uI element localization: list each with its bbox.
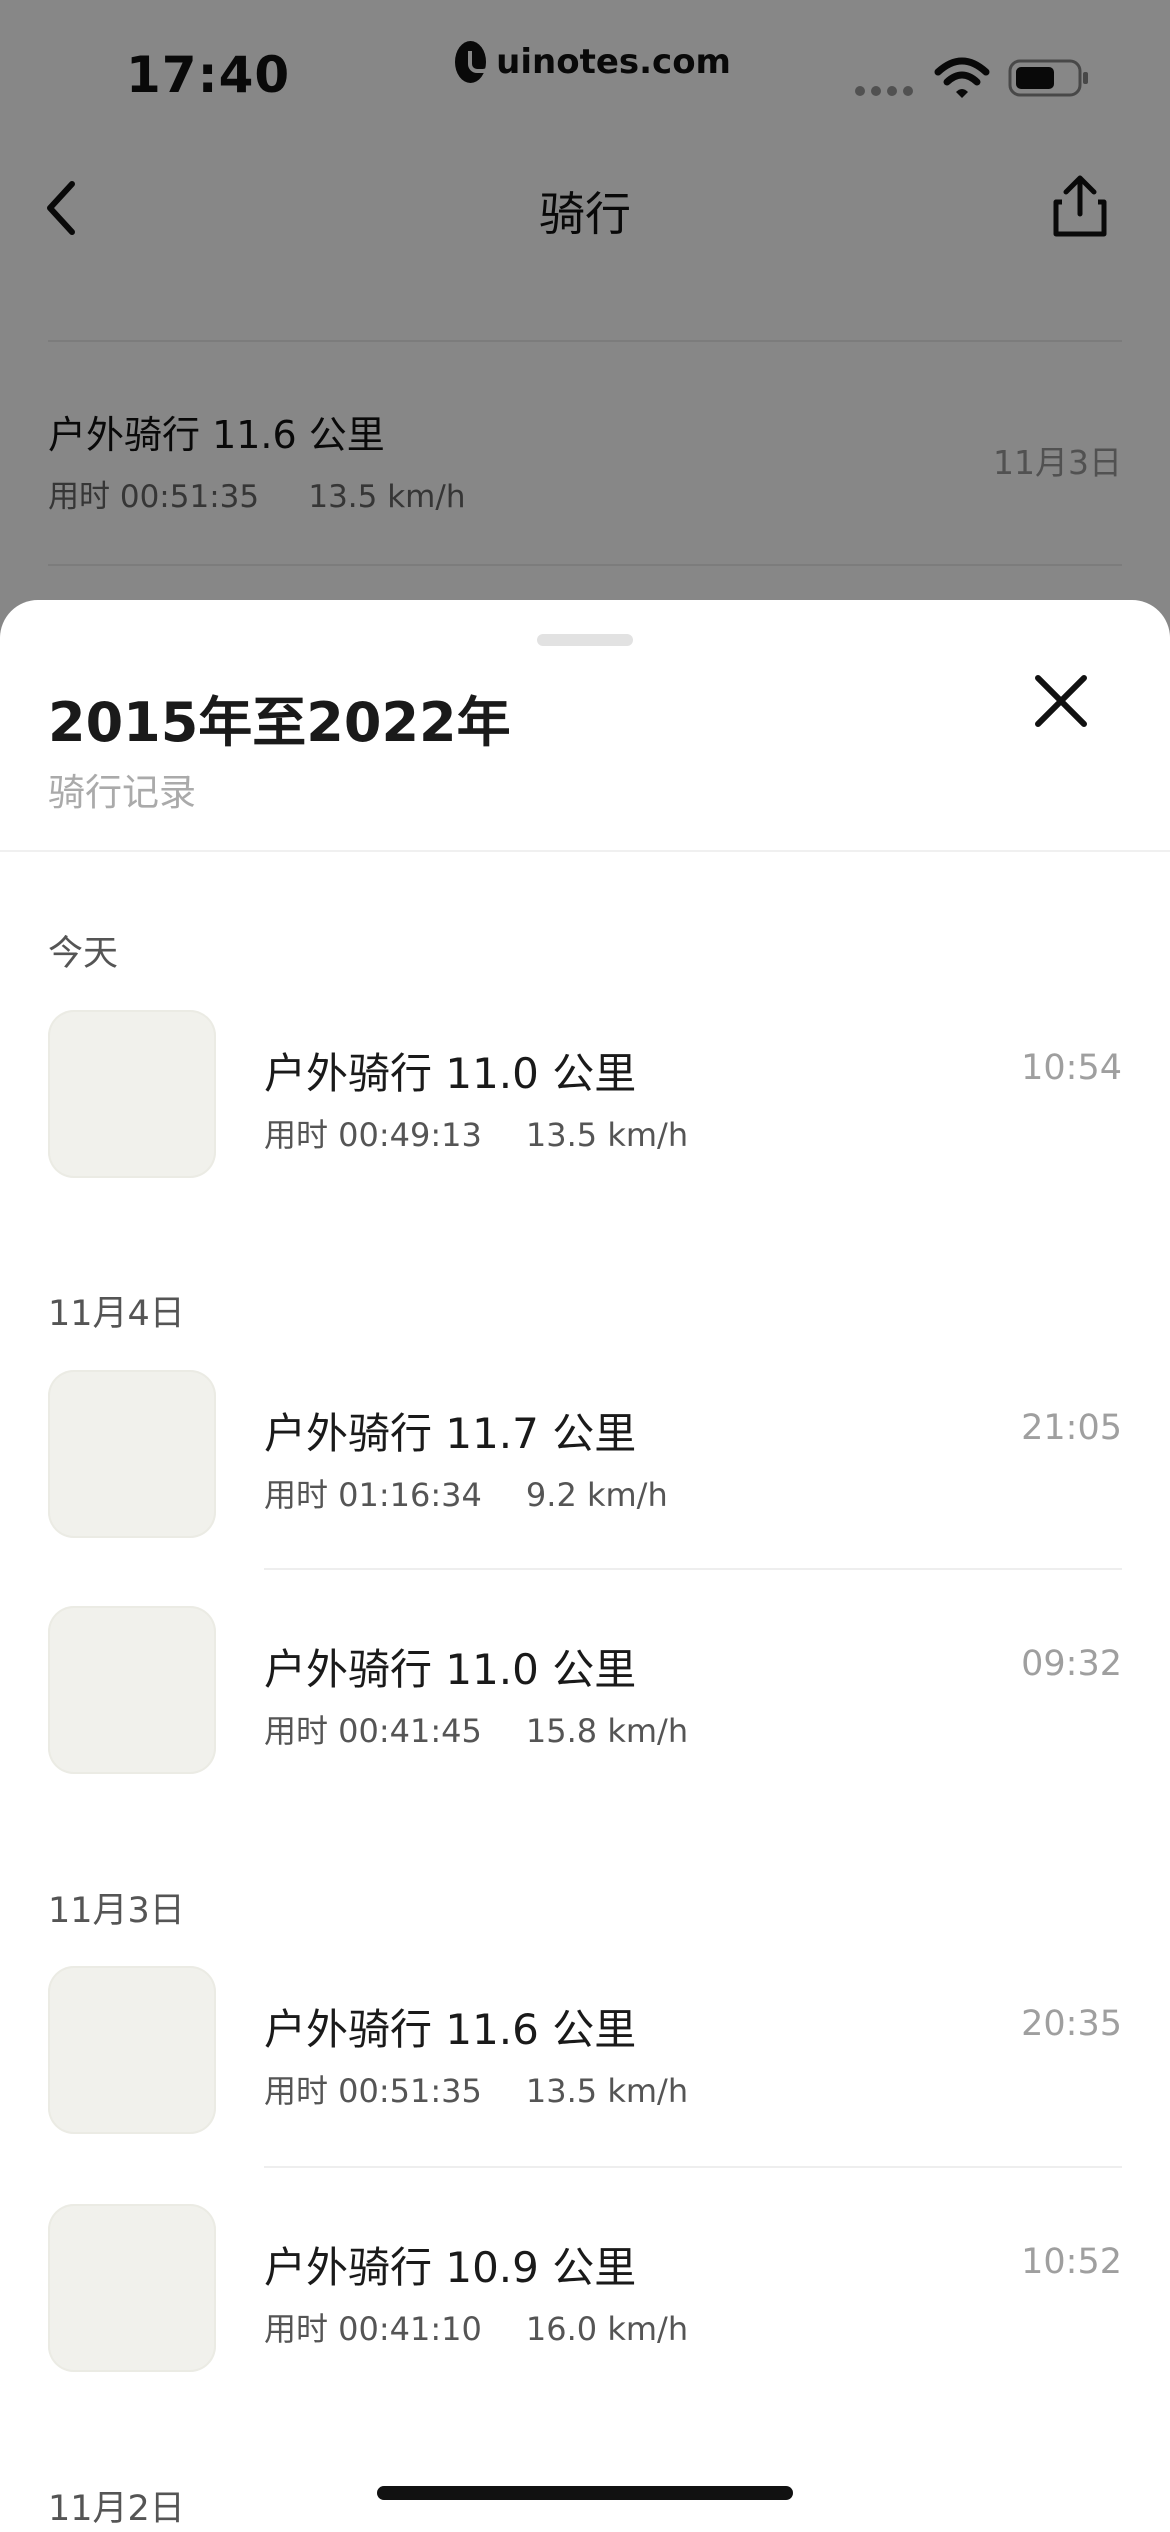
section-label-date: 11月4日 [48,1294,185,1334]
screen: 17:40 uinotes.com 骑行 户外骑行 11.6 公里 用时 00:… [0,0,1170,2532]
ride-duration: 用时 00:41:45 [264,1712,482,1750]
ride-stats: 用时 00:41:10 16.0 km/h [264,2304,688,2350]
route-map-thumbnail [48,1966,216,2134]
route-map-thumbnail [48,1606,216,1774]
ride-record[interactable]: 户外骑行 11.7 公里 用时 01:16:34 9.2 km/h 21:05 [0,1370,1170,1570]
record-divider [264,1568,1122,1570]
ride-speed: 13.5 km/h [525,1116,689,1154]
ride-title: 户外骑行 10.9 公里 [264,2243,637,2292]
ride-speed: 16.0 km/h [525,2310,689,2348]
close-icon[interactable] [1030,670,1092,732]
sheet-title: 2015年至2022年 [48,691,511,754]
ride-title: 户外骑行 11.0 公里 [264,1645,637,1694]
ride-time: 20:35 [1021,2004,1122,2044]
ride-record[interactable]: 户外骑行 10.9 公里 用时 00:41:10 16.0 km/h 10:52 [0,2204,1170,2404]
ride-speed: 15.8 km/h [525,1712,689,1750]
history-sheet: 2015年至2022年 骑行记录 今天 户外骑行 11.0 公里 用时 00:4… [0,600,1170,2532]
ride-time: 21:05 [1021,1408,1122,1448]
ride-duration: 用时 00:41:10 [264,2310,482,2348]
section-label-today: 今天 [48,934,119,974]
ride-duration: 用时 01:16:34 [264,1476,482,1514]
ride-stats: 用时 00:51:35 13.5 km/h [264,2066,688,2112]
home-indicator[interactable] [377,2486,793,2500]
ride-stats: 用时 01:16:34 9.2 km/h [264,1470,668,1516]
ride-title: 户外骑行 11.7 公里 [264,1409,637,1458]
ride-title: 户外骑行 11.0 公里 [264,1049,637,1098]
ride-time: 10:54 [1021,1048,1122,1088]
ride-speed: 13.5 km/h [525,2072,689,2110]
route-map-thumbnail [48,1370,216,1538]
ride-stats: 用时 00:41:45 15.8 km/h [264,1706,688,1752]
ride-record[interactable]: 户外骑行 11.0 公里 用时 00:41:45 15.8 km/h 09:32 [0,1606,1170,1806]
section-label-date: 11月2日 [48,2489,185,2529]
ride-time: 09:32 [1021,1644,1122,1684]
ride-duration: 用时 00:51:35 [264,2072,482,2110]
route-map-thumbnail [48,1010,216,1178]
ride-duration: 用时 00:49:13 [264,1116,482,1154]
sheet-drag-handle[interactable] [537,634,633,646]
route-map-thumbnail [48,2204,216,2372]
record-divider [264,2166,1122,2168]
sheet-divider [0,850,1170,852]
ride-time: 10:52 [1021,2242,1122,2282]
ride-record[interactable]: 户外骑行 11.0 公里 用时 00:49:13 13.5 km/h 10:54 [0,1010,1170,1210]
ride-title: 户外骑行 11.6 公里 [264,2005,637,2054]
ride-record[interactable]: 户外骑行 11.6 公里 用时 00:51:35 13.5 km/h 20:35 [0,1966,1170,2166]
sheet-subtitle: 骑行记录 [48,771,196,814]
ride-speed: 9.2 km/h [525,1476,668,1514]
ride-stats: 用时 00:49:13 13.5 km/h [264,1110,688,1156]
section-label-date: 11月3日 [48,1891,185,1931]
